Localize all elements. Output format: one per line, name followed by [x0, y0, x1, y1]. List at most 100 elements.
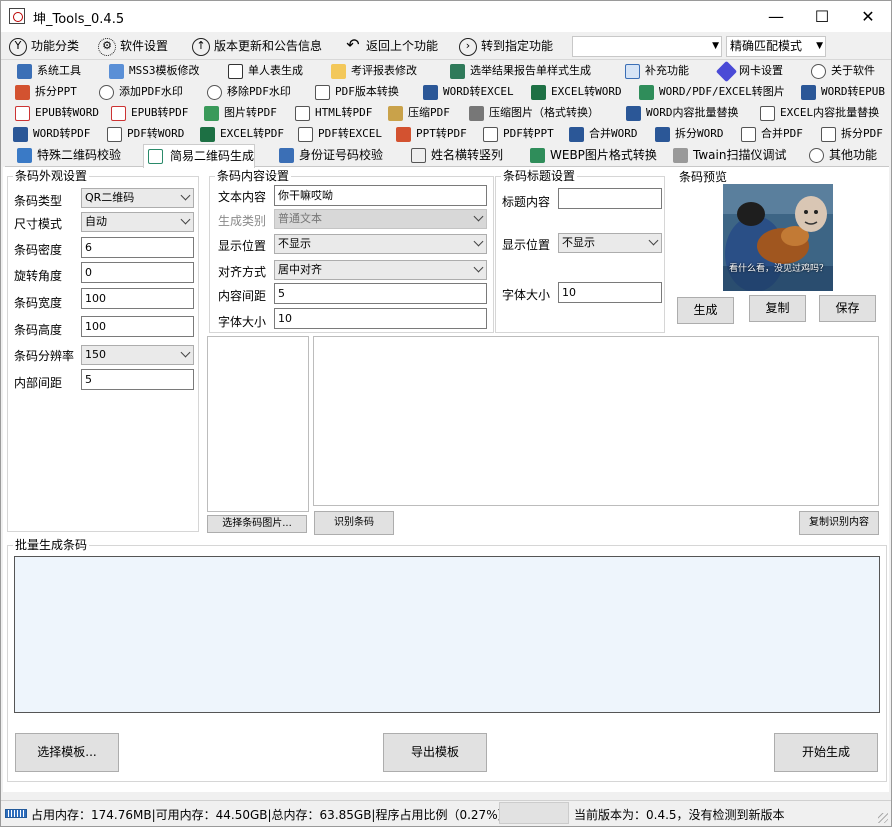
- tab-pdf-to-excel[interactable]: PDF转EXCEL: [296, 124, 382, 145]
- tab-remove-pdf-watermark[interactable]: 移除PDF水印: [205, 82, 291, 103]
- tab-id-card-verify[interactable]: 身份证号码校验: [277, 145, 383, 166]
- tab-pdf-to-word[interactable]: PDF转WORD: [105, 124, 184, 145]
- tab-html-to-pdf[interactable]: HTML转PDF: [293, 103, 372, 124]
- tab-word-to-excel[interactable]: WORD转EXCEL: [421, 82, 514, 103]
- tab-webp-convert[interactable]: WEBP图片格式转换: [528, 145, 657, 166]
- export-template-button[interactable]: 导出模板: [383, 733, 487, 772]
- tab-image-to-pdf[interactable]: 图片转PDF: [202, 103, 277, 124]
- recognition-result-box[interactable]: [313, 336, 879, 506]
- tab-word-to-pdf[interactable]: WORD转PDF: [11, 124, 90, 145]
- content-spacing-input[interactable]: 5: [274, 283, 487, 304]
- padding-input[interactable]: 5: [81, 369, 194, 390]
- tab-office-to-image[interactable]: WORD/PDF/EXCEL转图片: [637, 82, 785, 103]
- tab-compress-pdf[interactable]: 压缩PDF: [386, 103, 450, 124]
- epub-icon: [111, 106, 126, 121]
- tab-simple-qr-generate[interactable]: 简易二维码生成: [143, 144, 256, 168]
- tab-merge-pdf[interactable]: 合并PDF: [739, 124, 803, 145]
- display-position-label: 显示位置: [218, 239, 267, 253]
- tab-system-tools[interactable]: 系统工具: [15, 61, 81, 82]
- copy-recognition-button[interactable]: 复制识别内容: [799, 511, 879, 535]
- tab-epub-to-word[interactable]: EPUB转WORD: [13, 103, 99, 124]
- tab-evaluation-report[interactable]: 考评报表修改: [329, 61, 417, 82]
- tab-excel-to-pdf[interactable]: EXCEL转PDF: [198, 124, 284, 145]
- width-input[interactable]: 100: [81, 288, 194, 309]
- match-mode-combo[interactable]: 精确匹配模式 ▼: [726, 36, 826, 57]
- type-select[interactable]: QR二维码: [81, 188, 194, 208]
- minimize-button[interactable]: —: [753, 1, 799, 32]
- group-title: 条码内容设置: [215, 169, 292, 183]
- category-icon: Y: [9, 37, 27, 56]
- wrench-icon: [109, 64, 124, 79]
- tab-other-functions[interactable]: 其他功能: [807, 145, 877, 166]
- tab-split-ppt[interactable]: 拆分PPT: [13, 82, 77, 103]
- tab-name-horizontal-vertical[interactable]: 姓名横转竖列: [409, 145, 503, 166]
- chevron-down-icon: [473, 262, 484, 273]
- align-select[interactable]: 居中对齐: [274, 260, 487, 280]
- size-mode-select[interactable]: 自动: [81, 212, 194, 232]
- tab-nic-settings[interactable]: 网卡设置: [715, 60, 783, 83]
- tab-excel-batch-replace[interactable]: EXCEL内容批量替换: [758, 103, 879, 124]
- tab-add-pdf-watermark[interactable]: 添加PDF水印: [97, 82, 183, 103]
- chevron-down-icon: [180, 347, 191, 358]
- tab-about[interactable]: 关于软件: [809, 61, 875, 82]
- group-title: 批量生成条码: [13, 538, 90, 552]
- resize-grip-icon[interactable]: [878, 813, 888, 823]
- generate-button[interactable]: 生成: [677, 297, 734, 324]
- title-content-input[interactable]: [558, 188, 662, 209]
- tab-split-pdf[interactable]: 拆分PDF: [819, 124, 883, 145]
- select-template-button[interactable]: 选择模板...: [15, 733, 119, 772]
- resolution-select[interactable]: 150: [81, 345, 194, 365]
- pdf-icon: [107, 127, 122, 142]
- app-logo-icon: [9, 8, 25, 24]
- title-font-input[interactable]: 10: [558, 282, 662, 303]
- menu-function-category[interactable]: Y 功能分类: [9, 35, 79, 57]
- select-barcode-image-button[interactable]: 选择条码图片...: [207, 515, 307, 533]
- function-search-combo[interactable]: ▼: [572, 36, 722, 57]
- word-icon: [423, 85, 438, 100]
- tab-twain-scanner[interactable]: Twain扫描仪调试: [671, 145, 786, 166]
- font-size-input[interactable]: 10: [274, 308, 487, 329]
- width-label: 条码宽度: [14, 296, 63, 310]
- word-icon: [655, 127, 670, 142]
- tab-word-to-epub[interactable]: WORD转EPUB: [799, 82, 885, 103]
- scanner-icon: [673, 148, 688, 163]
- title-position-label: 显示位置: [502, 238, 551, 252]
- copy-button[interactable]: 复制: [749, 295, 806, 322]
- tab-ppt-to-pdf[interactable]: PPT转PDF: [394, 124, 467, 145]
- tab-pdf-version[interactable]: PDF版本转换: [313, 82, 399, 103]
- close-button[interactable]: ✕: [845, 1, 891, 32]
- title-position-select[interactable]: 不显示: [558, 233, 662, 253]
- tab-single-table[interactable]: 单人表生成: [226, 61, 303, 82]
- tab-excel-to-word[interactable]: EXCEL转WORD: [529, 82, 622, 103]
- batch-data-grid[interactable]: [14, 556, 880, 713]
- menu-back[interactable]: ↶ 返回上个功能: [344, 35, 438, 57]
- tab-mss3-template[interactable]: MSS3模板修改: [107, 61, 200, 82]
- tab-special-qr-verify[interactable]: 特殊二维码校验: [15, 145, 121, 166]
- menu-goto[interactable]: › 转到指定功能: [459, 35, 553, 57]
- tab-word-batch-replace[interactable]: WORD内容批量替换: [624, 103, 739, 124]
- tab-epub-to-pdf[interactable]: EPUB转PDF: [109, 103, 188, 124]
- image-icon: [530, 148, 545, 163]
- maximize-button[interactable]: ☐: [799, 1, 845, 32]
- tab-election-report[interactable]: 选举结果报告单样式生成: [448, 61, 591, 82]
- start-generate-button[interactable]: 开始生成: [774, 733, 878, 772]
- height-input[interactable]: 100: [81, 316, 194, 337]
- density-input[interactable]: 6: [81, 237, 194, 258]
- menu-settings[interactable]: ⚙ 软件设置: [98, 35, 168, 57]
- text-content-input[interactable]: 你干嘛哎呦: [274, 185, 487, 206]
- network-icon: [715, 60, 738, 83]
- rotation-input[interactable]: 0: [81, 262, 194, 283]
- recognize-barcode-button[interactable]: 识别条码: [314, 511, 394, 535]
- tab-compress-image[interactable]: 压缩图片（格式转换）: [467, 103, 599, 124]
- display-position-select[interactable]: 不显示: [274, 234, 487, 254]
- tab-merge-word[interactable]: 合并WORD: [567, 124, 638, 145]
- tab-pdf-to-ppt[interactable]: PDF转PPT: [481, 124, 554, 145]
- word-icon: [801, 85, 816, 100]
- tab-supplement[interactable]: 补充功能: [623, 61, 689, 82]
- save-button[interactable]: 保存: [819, 295, 876, 322]
- tab-split-word[interactable]: 拆分WORD: [653, 124, 724, 145]
- menu-updates[interactable]: ↑ 版本更新和公告信息: [192, 35, 322, 57]
- image-icon: [639, 85, 654, 100]
- document-icon: [760, 106, 775, 121]
- dropdown-arrow-icon: ▼: [816, 41, 823, 51]
